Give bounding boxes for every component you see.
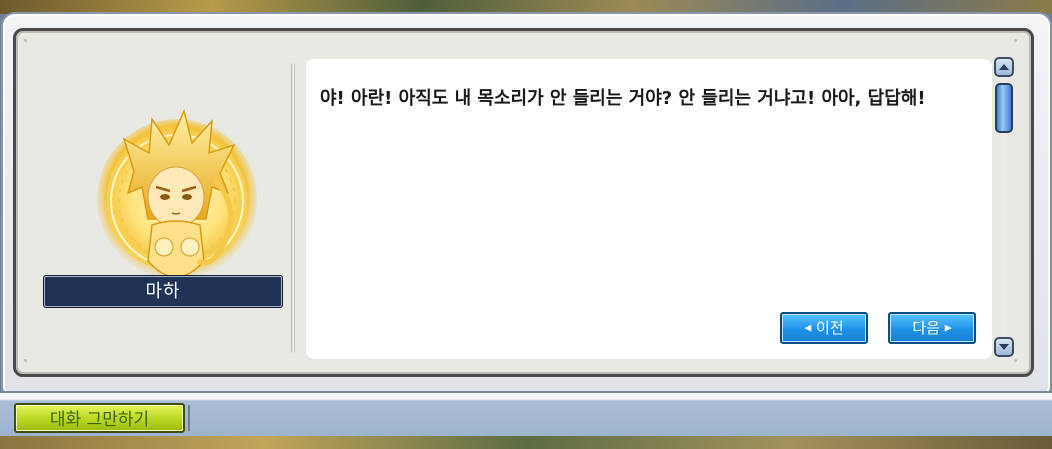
next-button[interactable]: 다음 ▶ xyxy=(888,312,976,344)
left-triangle-icon: ◀ xyxy=(804,323,812,334)
frame-rivet xyxy=(1014,359,1017,362)
npc-name-plate: 마하 xyxy=(44,276,282,307)
next-button-label: 다음 xyxy=(912,319,940,337)
frame-rivet xyxy=(1014,39,1017,42)
dialog-divider xyxy=(291,63,295,353)
dialog-message: 야! 아란! 아직도 내 목소리가 안 들리는 거야? 안 들리는 거냐고! 아… xyxy=(320,88,926,109)
arrow-down-icon xyxy=(999,344,1009,350)
frame-rivet xyxy=(24,39,27,42)
scroll-up-button[interactable] xyxy=(994,57,1014,77)
arrow-up-icon xyxy=(999,64,1009,70)
prev-button[interactable]: ◀ 이전 xyxy=(780,312,868,344)
scroll-down-button[interactable] xyxy=(994,337,1014,357)
scroll-thumb[interactable] xyxy=(995,83,1013,133)
npc-portrait-golden-circle-icon xyxy=(97,108,257,279)
right-triangle-icon: ▶ xyxy=(944,323,952,334)
footer-separator xyxy=(188,405,190,431)
dialog-text-panel: 야! 아란! 아직도 내 목소리가 안 들리는 거야? 안 들리는 거냐고! 아… xyxy=(306,59,992,359)
npc-portrait xyxy=(94,101,260,287)
frame-rivet xyxy=(24,359,27,362)
dialog-footer-bar: 대화 그만하기 xyxy=(0,391,1052,439)
dialog-scrollbar[interactable] xyxy=(992,57,1018,357)
prev-button-label: 이전 xyxy=(816,319,844,337)
dialog-inner-frame: 마하 야! 아란! 아직도 내 목소리가 안 들리는 거야? 안 들리는 거냐고… xyxy=(13,28,1034,377)
game-background-bottom xyxy=(0,436,1052,449)
end-chat-button[interactable]: 대화 그만하기 xyxy=(14,403,185,433)
npc-dialog-window: 마하 야! 아란! 아직도 내 목소리가 안 들리는 거야? 안 들리는 거냐고… xyxy=(1,12,1052,400)
